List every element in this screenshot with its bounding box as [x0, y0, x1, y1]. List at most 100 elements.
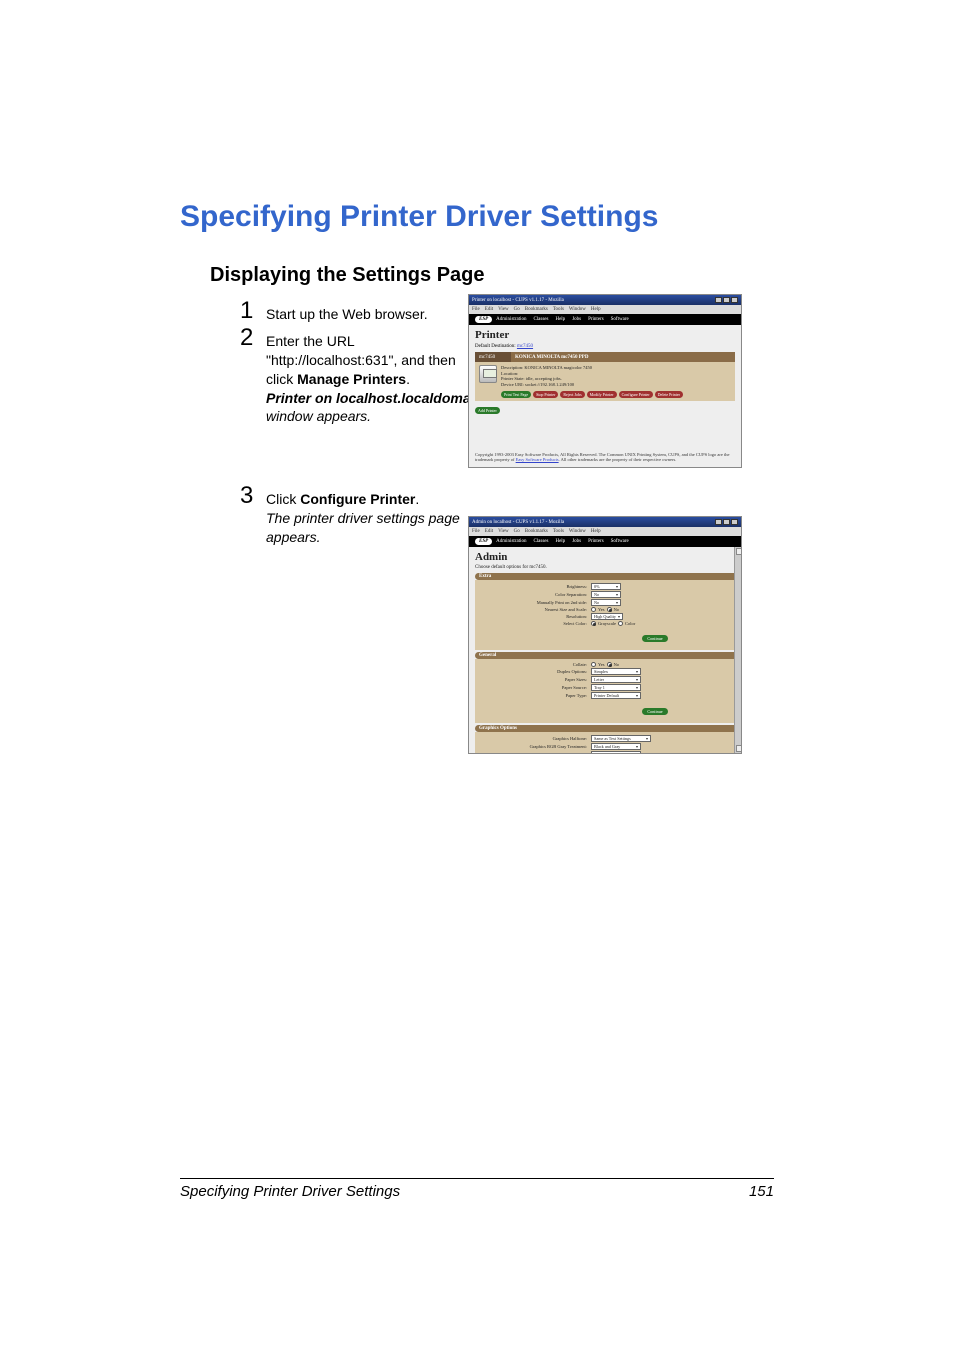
section-graphics-body: Graphics Halftone:Same as Text Settings …: [475, 732, 735, 753]
select-color-color-radio[interactable]: [618, 621, 623, 626]
menu-tools[interactable]: Tools: [553, 307, 564, 312]
nearest-size-no-radio[interactable]: [607, 607, 612, 612]
nav-jobs[interactable]: Jobs: [569, 538, 584, 545]
window-titlebar: Printer on localhost - CUPS v1.1.17 - Mo…: [469, 295, 741, 305]
paper-type-select[interactable]: Printer Default: [591, 692, 641, 699]
value: KONICA MINOLTA magicolor 7450: [524, 365, 592, 370]
screenshot-admin-page: Admin on localhost - CUPS v1.1.17 - Mozi…: [468, 516, 742, 754]
maximize-icon[interactable]: [723, 297, 730, 303]
row-resolution: Resolution:High Quality: [481, 613, 729, 620]
admin-heading: Admin: [475, 551, 735, 563]
section-general-body: Collate:YesNo Duplex Options:Simplex Pap…: [475, 659, 735, 723]
row-graphics-rgb-gray: Graphics RGB Gray Treatment:Black and Gr…: [481, 743, 729, 750]
window-titlebar: Admin on localhost - CUPS v1.1.17 - Mozi…: [469, 517, 741, 527]
row-brightness: Brightness:0%: [481, 583, 729, 590]
section-subtitle: Displaying the Settings Page: [210, 264, 774, 287]
select-color-grayscale-radio[interactable]: [591, 621, 596, 626]
printer-name-cell[interactable]: mc7450: [475, 352, 511, 362]
collate-no-radio[interactable]: [607, 662, 612, 667]
continue-button[interactable]: Continue: [642, 708, 667, 715]
menu-window[interactable]: Window: [569, 529, 586, 534]
section-graphics-header: Graphics Options: [475, 725, 735, 732]
nav-software[interactable]: Software: [608, 538, 632, 545]
row-paper-sizes: Paper Sizes:Letter: [481, 676, 729, 683]
label: Collate:: [481, 662, 591, 667]
copyright-link[interactable]: Easy Software Products: [516, 457, 559, 462]
menu-view[interactable]: View: [498, 529, 509, 534]
menu-view[interactable]: View: [498, 307, 509, 312]
print-test-page-button[interactable]: Print Test Page: [501, 391, 531, 398]
continue-button[interactable]: Continue: [642, 635, 667, 642]
page-title: Specifying Printer Driver Settings: [180, 200, 774, 234]
esp-logo: ESP: [475, 538, 492, 545]
graphics-halftone-select[interactable]: Same as Text Settings: [591, 735, 651, 742]
menu-help[interactable]: Help: [591, 307, 601, 312]
menu-edit[interactable]: Edit: [485, 307, 493, 312]
modify-printer-button[interactable]: Modify Printer: [587, 391, 617, 398]
label: Manually Print on 2nd side:: [481, 600, 591, 605]
nav-printers[interactable]: Printers: [585, 538, 607, 545]
esp-logo: ESP: [475, 316, 492, 323]
nav-jobs[interactable]: Jobs: [569, 316, 584, 323]
configure-printer-button[interactable]: Configure Printer: [619, 391, 653, 398]
step-number: 2: [240, 326, 266, 350]
add-printer-button[interactable]: Add Printer: [475, 407, 500, 414]
menu-help[interactable]: Help: [591, 529, 601, 534]
label: Brightness:: [481, 584, 591, 589]
reject-jobs-button[interactable]: Reject Jobs: [560, 391, 584, 398]
value: socket://192.168.1.249/100: [525, 382, 574, 387]
collate-yes-radio[interactable]: [591, 662, 596, 667]
nav-classes[interactable]: Classes: [530, 316, 551, 323]
nav-help[interactable]: Help: [552, 538, 568, 545]
row-select-color: Select Color:GrayscaleColor: [481, 621, 729, 626]
nav-software[interactable]: Software: [608, 316, 632, 323]
nav-printers[interactable]: Printers: [585, 316, 607, 323]
menu-edit[interactable]: Edit: [485, 529, 493, 534]
menu-go[interactable]: Go: [514, 529, 520, 534]
menu-file[interactable]: File: [472, 529, 480, 534]
minimize-icon[interactable]: [715, 519, 722, 525]
nav-administration[interactable]: Administration: [493, 316, 529, 323]
manual-2nd-side-select[interactable]: No: [591, 599, 621, 606]
delete-printer-button[interactable]: Delete Printer: [655, 391, 683, 398]
printer-action-buttons: Print Test Page Stop Printer Reject Jobs…: [501, 391, 731, 398]
section-extra-body: Brightness:0% Color Separation:No Manual…: [475, 580, 735, 650]
window-controls: [715, 297, 738, 303]
stop-printer-button[interactable]: Stop Printer: [533, 391, 558, 398]
graphics-rgb-intent-select[interactable]: (none): [591, 751, 641, 753]
menu-file[interactable]: File: [472, 307, 480, 312]
window-controls: [715, 519, 738, 525]
copyright-part-b: . All other trademarks are the property …: [559, 457, 677, 462]
color-separation-select[interactable]: No: [591, 591, 621, 598]
resolution-select[interactable]: High Quality: [591, 613, 623, 620]
brightness-select[interactable]: 0%: [591, 583, 621, 590]
paper-source-select[interactable]: Tray 1: [591, 684, 641, 691]
label: Graphics RGB Intent:: [481, 752, 591, 753]
printer-icon: [479, 365, 497, 383]
duplex-select[interactable]: Simplex: [591, 668, 641, 675]
menu-go[interactable]: Go: [514, 307, 520, 312]
section-extra-header: Extra: [475, 573, 735, 580]
label: Graphics Halftone:: [481, 736, 591, 741]
nav-help[interactable]: Help: [552, 316, 568, 323]
admin-inner: Admin Choose default options for mc7450.…: [469, 547, 741, 753]
menu-tools[interactable]: Tools: [553, 529, 564, 534]
menu-window[interactable]: Window: [569, 307, 586, 312]
scrollbar[interactable]: [734, 547, 741, 753]
paper-sizes-select[interactable]: Letter: [591, 676, 641, 683]
menu-bookmarks[interactable]: Bookmarks: [525, 307, 548, 312]
page-number: 151: [749, 1183, 774, 1200]
minimize-icon[interactable]: [715, 297, 722, 303]
menu-bookmarks[interactable]: Bookmarks: [525, 529, 548, 534]
maximize-icon[interactable]: [723, 519, 730, 525]
label: Select Color:: [481, 621, 591, 626]
nearest-size-yes-radio[interactable]: [591, 607, 596, 612]
graphics-rgb-gray-select[interactable]: Black and Gray: [591, 743, 641, 750]
nav-classes[interactable]: Classes: [530, 538, 551, 545]
nav-administration[interactable]: Administration: [493, 538, 529, 545]
close-icon[interactable]: [731, 297, 738, 303]
label: Color Separation:: [481, 592, 591, 597]
default-dest-link[interactable]: mc7450: [517, 344, 533, 349]
default-destination: Default Destination: mc7450: [475, 344, 735, 349]
close-icon[interactable]: [731, 519, 738, 525]
